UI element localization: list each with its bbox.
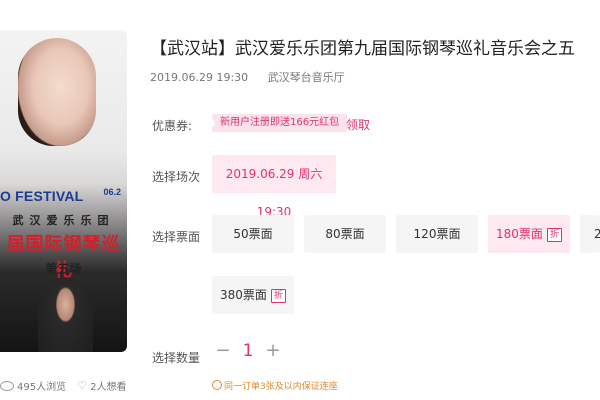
ticket-option-380[interactable]: 380票面折 (212, 276, 294, 314)
discount-badge: 折 (546, 228, 562, 242)
ticket-option-380-label: 380票面 (220, 288, 267, 302)
discount-badge: 折 (270, 289, 286, 303)
heart-icon[interactable]: ♡ (77, 379, 87, 392)
poster-session-text: 第五场 (45, 262, 82, 276)
wants-count: 2人想看 (90, 382, 127, 393)
event-stats: 495人浏览 ♡ 2人想看 (0, 378, 127, 393)
ticket-option-120[interactable]: 120票面 (396, 215, 478, 253)
quantity-minus-button[interactable]: − (212, 337, 234, 365)
claim-coupon-link[interactable]: 领取 (346, 116, 370, 133)
event-datetime: 2019.06.29 19:30 (150, 71, 249, 84)
ticket-option-180-label: 180票面 (496, 227, 543, 241)
views-count: 495人浏览 (17, 382, 67, 393)
eye-icon (0, 380, 14, 391)
seat-limit-text: 同一订单3张及以内保证连座 (224, 382, 338, 392)
poster-pianist-photo (18, 38, 96, 146)
poster-troupe-text: 武汉爱乐乐团 (12, 214, 115, 227)
session-label: 选择场次 (152, 170, 201, 184)
ticket-option-80[interactable]: 80票面 (304, 215, 386, 253)
ticket-option-partial[interactable]: 2 (580, 215, 600, 253)
event-title: 【武汉站】武汉爱乐乐团第九届国际钢琴巡礼音乐会之五 (150, 39, 575, 59)
poster-date-tag: 06.2 (103, 187, 121, 197)
quantity-plus-button[interactable]: + (262, 337, 284, 365)
event-meta: 2019.06.29 19:30 武汉琴台音乐厅 (150, 69, 345, 85)
event-poster[interactable]: O FESTIVAL 06.2 武汉爱乐乐团 届国际钢琴巡礼 第五场 (0, 30, 127, 352)
info-circle-icon (212, 380, 222, 390)
seat-limit-note: 同一订单3张及以内保证连座 (212, 379, 338, 392)
coupon-label: 优惠券: (152, 119, 193, 133)
ticket-label: 选择票面 (152, 230, 201, 244)
ticket-option-50[interactable]: 50票面 (212, 215, 294, 253)
quantity-label: 选择数量 (152, 351, 201, 365)
ticket-option-180[interactable]: 180票面折 (488, 215, 570, 253)
event-venue[interactable]: 武汉琴台音乐厅 (268, 71, 345, 84)
session-option[interactable]: 2019.06.29 周六 19:30 (212, 155, 336, 219)
quantity-value[interactable]: 1 (235, 337, 261, 365)
poster-conductor-photo (38, 285, 93, 352)
coupon-badge: 新用户注册即送166元红包 (206, 114, 348, 132)
